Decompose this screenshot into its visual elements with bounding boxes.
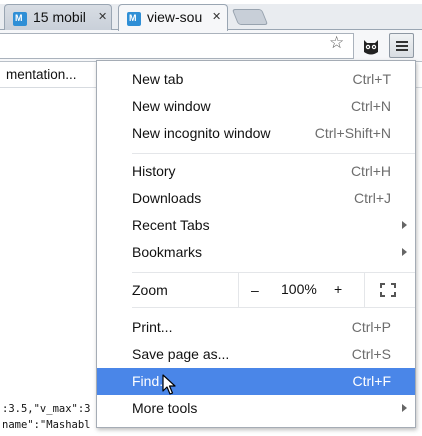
menu-item-shortcut: Ctrl+P <box>351 319 391 335</box>
tab-close-icon[interactable]: ✕ <box>212 10 221 23</box>
new-tab-button[interactable] <box>231 9 269 25</box>
submenu-arrow-icon <box>402 404 407 412</box>
mashable-favicon-icon <box>13 12 27 26</box>
menu-item-shortcut: Ctrl+T <box>352 71 392 87</box>
zoom-divider <box>364 273 365 307</box>
zoom-label: Zoom <box>132 282 168 298</box>
source-code-line: name":"Mashabl <box>2 419 91 431</box>
menu-item-label: New tab <box>132 71 184 87</box>
address-bar[interactable] <box>0 33 354 59</box>
menu-item-history[interactable]: History Ctrl+H <box>97 158 415 185</box>
menu-item-more-tools[interactable]: More tools <box>97 395 415 422</box>
menu-item-label: New window <box>132 98 211 114</box>
tab-inactive[interactable]: 15 mobil ✕ <box>4 4 112 30</box>
menu-item-shortcut: Ctrl+N <box>350 98 391 114</box>
mouse-cursor-icon <box>162 374 176 395</box>
bookmark-item[interactable]: mentation... <box>6 67 77 82</box>
menu-item-new-incognito-window[interactable]: New incognito window Ctrl+Shift+N <box>97 120 415 147</box>
owl-icon[interactable] <box>362 36 380 56</box>
menu-separator <box>132 153 415 154</box>
menu-item-label: History <box>132 163 176 179</box>
hamburger-menu-icon[interactable] <box>389 33 414 58</box>
mashable-favicon-icon <box>127 12 141 26</box>
menu-item-bookmarks[interactable]: Bookmarks <box>97 239 415 266</box>
menu-item-shortcut: Ctrl+F <box>352 373 392 389</box>
tab-active[interactable]: view-sou ✕ <box>118 4 228 31</box>
menu-item-label: New incognito window <box>132 125 271 141</box>
bookmark-star-icon[interactable]: ☆ <box>329 33 344 53</box>
tab-strip: 15 mobil ✕ view-sou ✕ <box>0 0 422 31</box>
tab-title: 15 mobil <box>33 9 86 25</box>
menu-item-recent-tabs[interactable]: Recent Tabs <box>97 212 415 239</box>
tab-close-icon[interactable]: ✕ <box>98 10 107 23</box>
zoom-level-value: 100% <box>281 281 317 297</box>
zoom-in-button[interactable]: + <box>334 281 342 297</box>
fullscreen-icon[interactable] <box>380 283 396 297</box>
menu-item-label: Recent Tabs <box>132 217 210 233</box>
source-code-line: :3.5,"v_max":3 <box>2 403 91 415</box>
menu-item-shortcut: Ctrl+S <box>351 346 391 362</box>
zoom-divider <box>238 273 239 307</box>
zoom-out-button[interactable]: – <box>251 282 259 298</box>
tab-title: view-sou <box>147 9 203 25</box>
submenu-arrow-icon <box>402 221 407 229</box>
menu-item-shortcut: Ctrl+Shift+N <box>314 125 391 141</box>
menu-item-new-window[interactable]: New window Ctrl+N <box>97 93 415 120</box>
menu-item-label: Print... <box>132 319 173 335</box>
browser-menu: New tab Ctrl+T New window Ctrl+N New inc… <box>96 60 416 428</box>
menu-item-downloads[interactable]: Downloads Ctrl+J <box>97 185 415 212</box>
menu-item-new-tab[interactable]: New tab Ctrl+T <box>97 66 415 93</box>
menu-separator <box>132 307 415 308</box>
menu-item-shortcut: Ctrl+J <box>354 190 391 206</box>
zoom-row: Zoom – 100% + <box>97 273 415 307</box>
submenu-arrow-icon <box>402 248 407 256</box>
menu-item-save-page-as[interactable]: Save page as... Ctrl+S <box>97 341 415 368</box>
menu-item-shortcut: Ctrl+H <box>350 163 391 179</box>
toolbar: ☆ <box>0 30 422 62</box>
menu-item-find[interactable]: Find... Ctrl+F <box>97 368 415 395</box>
menu-item-print[interactable]: Print... Ctrl+P <box>97 314 415 341</box>
menu-item-label: More tools <box>132 400 198 416</box>
menu-item-label: Downloads <box>132 190 202 206</box>
menu-item-label: Bookmarks <box>132 244 203 260</box>
menu-item-label: Save page as... <box>132 346 230 362</box>
